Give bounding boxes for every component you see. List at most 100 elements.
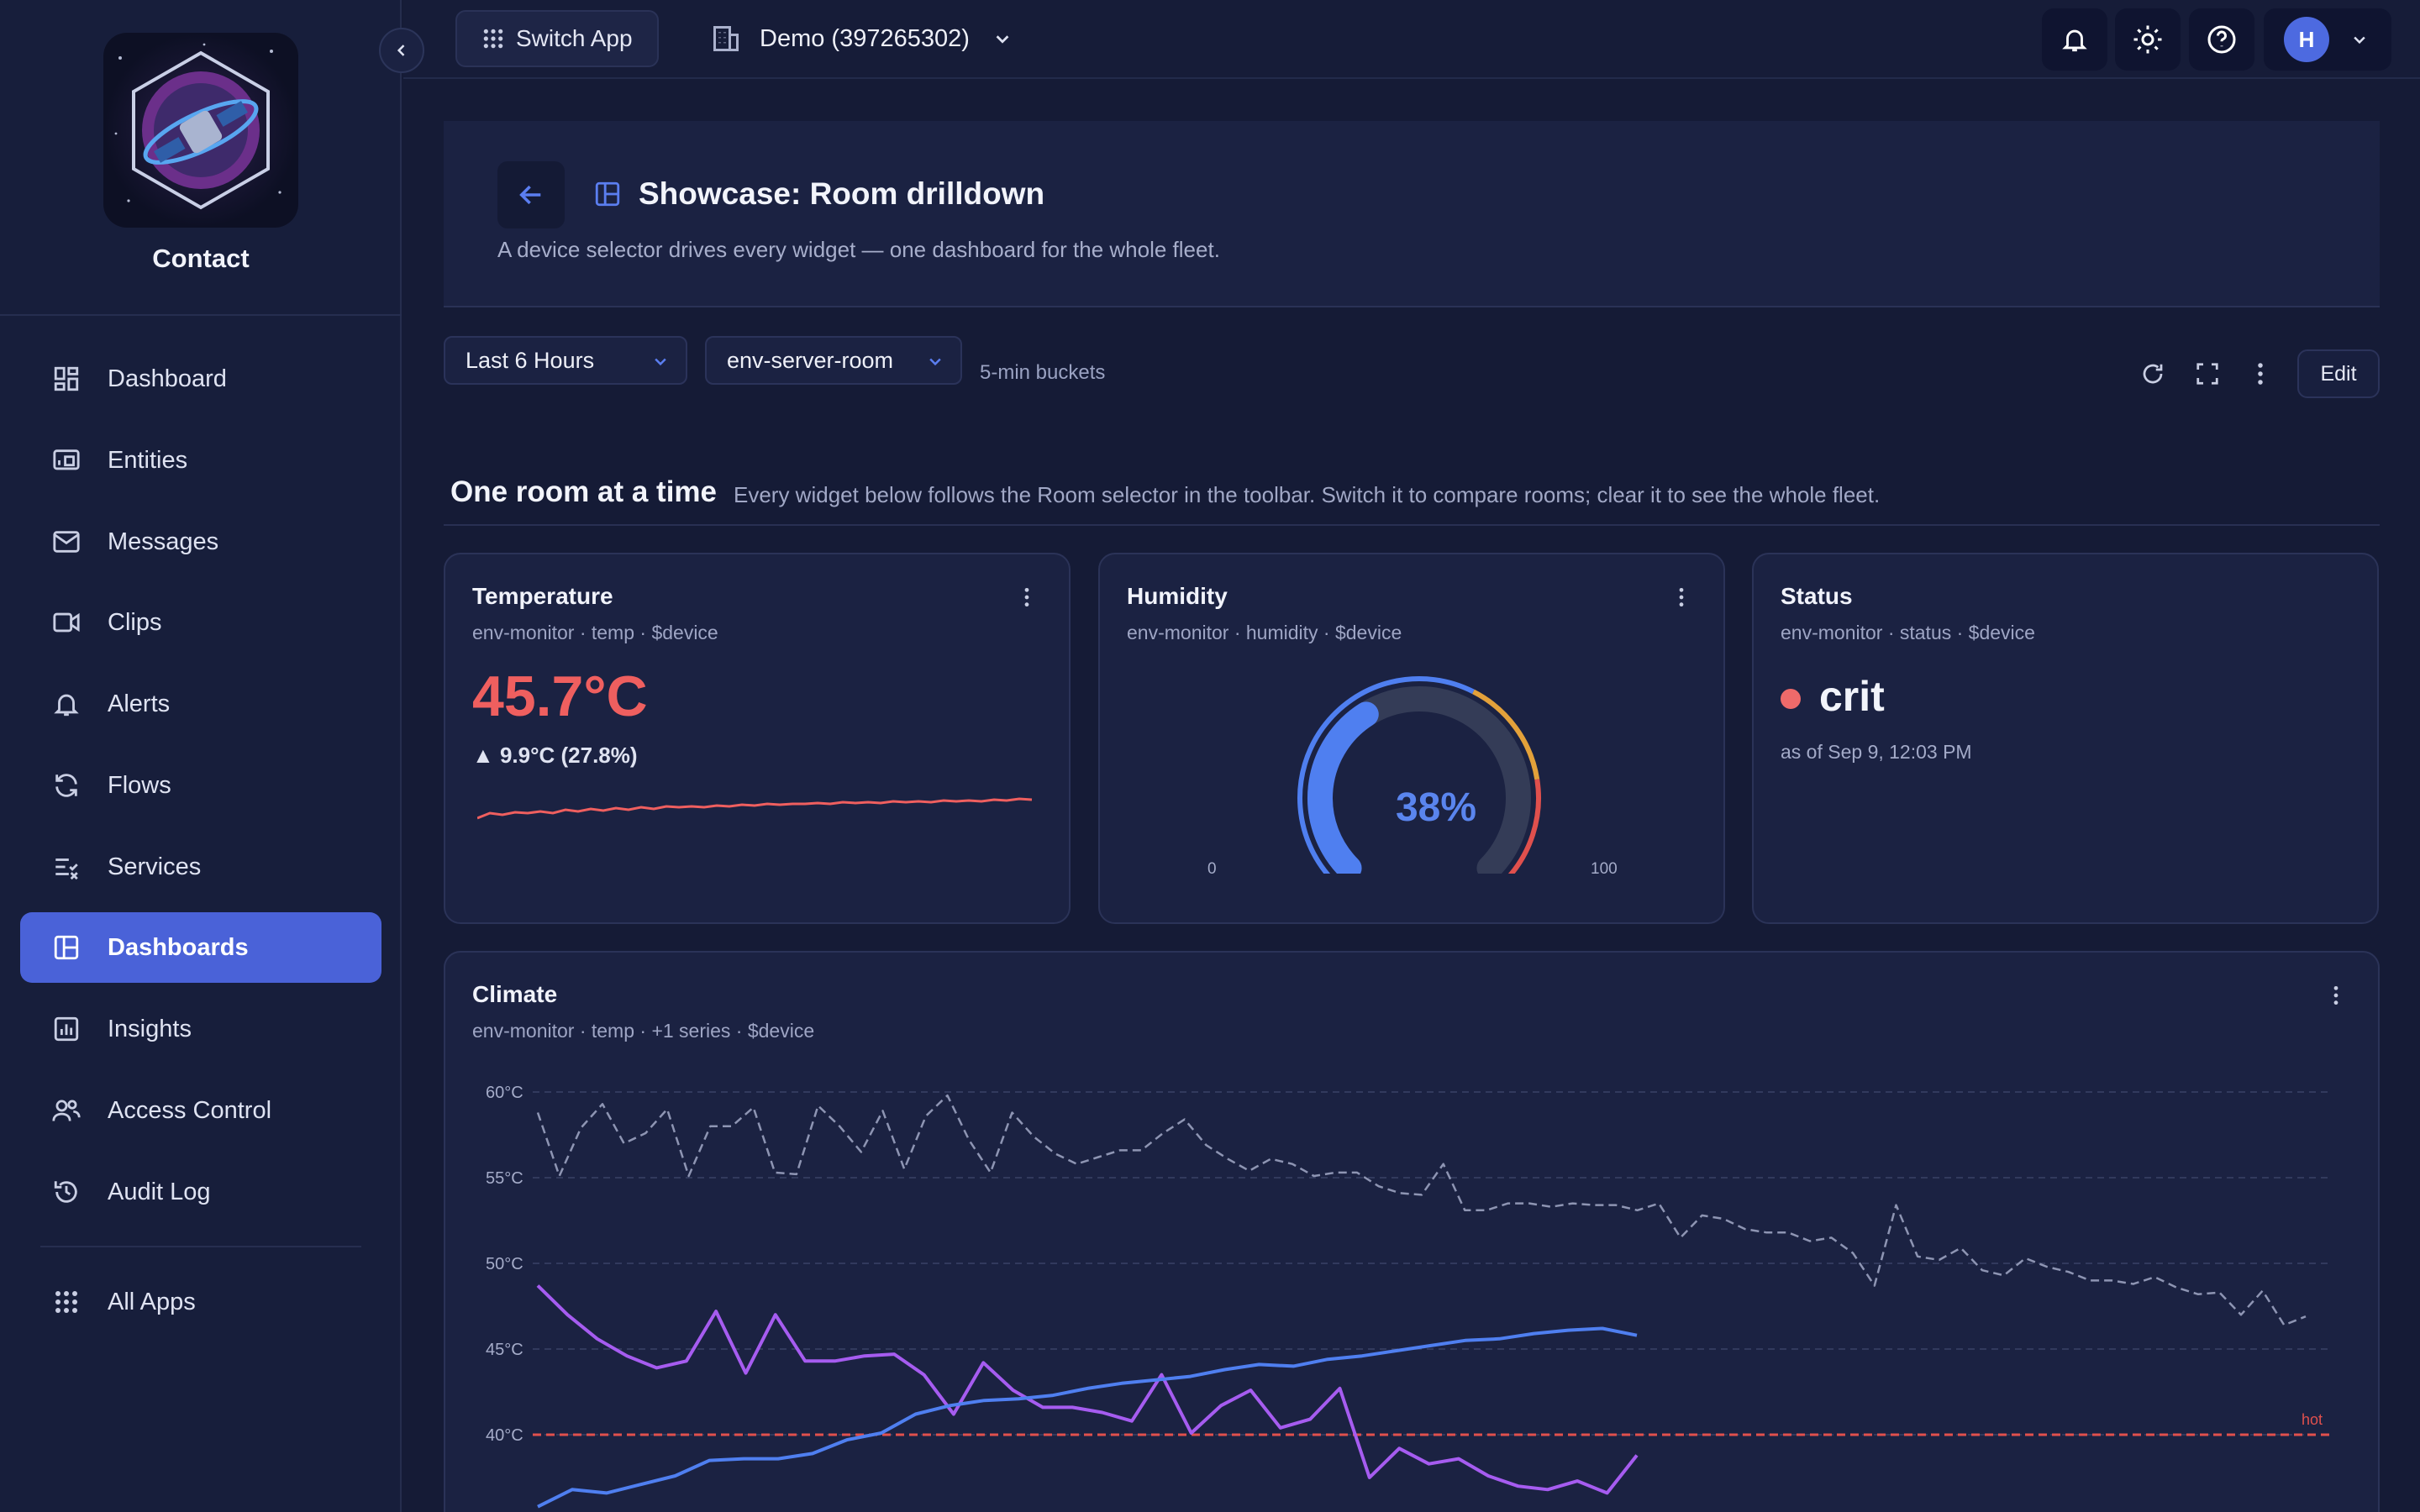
bucket-size-label: 5-min buckets [980, 361, 1106, 384]
sidebar-item-services[interactable]: Services [20, 832, 381, 902]
sidebar-item-label: Alerts [108, 690, 171, 717]
chevron-down-icon [655, 358, 666, 366]
card-menu-button[interactable] [2328, 983, 2344, 1008]
organization-selector[interactable]: Demo (397265302) [711, 13, 1012, 64]
grid-icon [50, 1286, 82, 1318]
chevron-down-icon [2354, 36, 2365, 45]
organization-label: Demo (397265302) [760, 24, 970, 52]
more-vertical-icon [1679, 587, 1684, 607]
dashboard-icon [50, 363, 82, 395]
humidity-value: 38% [1395, 785, 1477, 830]
card-menu-button[interactable] [1673, 585, 1690, 610]
card-subtitle: env-monitor · status · $device [1781, 622, 2035, 643]
more-options-button[interactable] [2244, 357, 2277, 391]
card-subtitle: env-monitor · humidity · $device [1127, 622, 1402, 643]
status-indicator [1781, 689, 1801, 709]
card-menu-button[interactable] [1018, 585, 1035, 610]
sidebar-item-label: All Apps [108, 1288, 196, 1315]
switch-app-button[interactable]: Switch App [455, 10, 659, 67]
avatar: H [2284, 17, 2329, 62]
fullscreen-button[interactable] [2191, 357, 2224, 391]
sidebar-item-alerts[interactable]: Alerts [20, 669, 381, 739]
status-card: Status env-monitor · status · $device cr… [1752, 553, 2379, 924]
help-button[interactable] [2189, 8, 2254, 71]
users-icon [50, 1095, 82, 1126]
theme-toggle-button[interactable] [2115, 8, 2181, 71]
building-icon [713, 26, 739, 51]
mail-icon [50, 526, 82, 558]
card-subtitle: env-monitor · temp · $device [472, 622, 718, 643]
brand-name: Contact [152, 244, 250, 273]
page-title: Showcase: Room drilldown [639, 176, 1045, 211]
chevron-down-icon [996, 35, 1009, 44]
card-subtitle: env-monitor · temp · +1 series · $device [472, 1020, 815, 1042]
layout-icon [50, 932, 82, 963]
layout-icon [593, 180, 622, 213]
temperature-value: 45.7°C [472, 664, 648, 728]
grid-icon [483, 29, 503, 49]
device-value: env-server-room [727, 347, 894, 373]
sidebar-item-insights[interactable]: Insights [20, 994, 381, 1064]
brand-logo[interactable] [103, 33, 298, 228]
temperature-delta: ▲ 9.9°C (27.8%) [472, 743, 638, 768]
sidebar-item-audit-log[interactable]: Audit Log [20, 1157, 381, 1227]
sidebar-item-label: Services [108, 853, 202, 880]
gauge-min-label: 0 [1207, 860, 1217, 878]
chevron-left-icon [397, 45, 405, 56]
status-value: crit [1819, 673, 1885, 720]
refresh-button[interactable] [2136, 357, 2170, 391]
sidebar-item-entities[interactable]: Entities [20, 425, 381, 496]
device-select[interactable]: env-server-room [705, 336, 962, 385]
y-tick-label: 45°C [486, 1341, 523, 1359]
fullscreen-icon [2196, 363, 2218, 385]
series-line-2 [537, 1326, 1638, 1509]
more-vertical-icon [1024, 587, 1029, 607]
y-tick-label: 55°C [486, 1169, 523, 1188]
sidebar-item-messages[interactable]: Messages [20, 507, 381, 577]
humidity-card: Humidity env-monitor · humidity · $devic… [1098, 553, 1725, 924]
time-range-select[interactable]: Last 6 Hours [444, 336, 687, 385]
series-line-0 [536, 1094, 2307, 1326]
y-tick-label: 40°C [486, 1426, 523, 1445]
card-title: Temperature [472, 583, 613, 609]
y-tick-label: 50°C [486, 1255, 523, 1273]
refresh-icon [2143, 364, 2163, 384]
card-title: Status [1781, 583, 1853, 609]
notifications-button[interactable] [2042, 8, 2107, 71]
sidebar-item-dashboards[interactable]: Dashboards [20, 912, 381, 983]
section-description: Every widget below follows the Room sele… [734, 482, 1881, 507]
sidebar-item-label: Entities [108, 446, 188, 474]
sun-icon [2133, 25, 2162, 54]
temperature-sparkline [477, 797, 1033, 820]
card-title: Humidity [1127, 583, 1228, 609]
sidebar-item-label: Clips [108, 608, 162, 636]
sidebar-item-all-apps[interactable]: All Apps [20, 1267, 381, 1337]
more-vertical-icon [2333, 985, 2338, 1005]
back-button[interactable] [497, 161, 565, 228]
edit-button[interactable]: Edit [2297, 349, 2380, 398]
chevron-down-icon [929, 358, 941, 366]
switch-app-label: Switch App [516, 25, 633, 51]
video-icon [50, 606, 82, 638]
sidebar-item-flows[interactable]: Flows [20, 750, 381, 821]
page-description: A device selector drives every widget — … [497, 237, 1220, 262]
help-icon [2207, 25, 2236, 54]
status-timestamp: as of Sep 9, 12:03 PM [1781, 741, 1972, 763]
sidebar-item-label: Dashboards [108, 933, 249, 961]
threshold-label: hot [2302, 1411, 2323, 1428]
card-title: Climate [472, 981, 558, 1007]
arrow-left-icon [519, 185, 541, 205]
entities-icon [50, 444, 82, 476]
sidebar-item-label: Access Control [108, 1096, 272, 1124]
bell-icon [2062, 29, 2087, 52]
y-tick-label: 60°C [486, 1084, 523, 1102]
sidebar-item-dashboard[interactable]: Dashboard [20, 344, 381, 414]
time-range-value: Last 6 Hours [466, 347, 595, 373]
user-menu-button[interactable]: H [2264, 8, 2391, 71]
collapse-sidebar-button[interactable] [379, 28, 424, 73]
sidebar: Contact Dashboard Entities Messages Clip… [0, 0, 402, 1512]
sidebar-item-access-control[interactable]: Access Control [20, 1075, 381, 1146]
dashboard-header: Showcase: Room drilldown A device select… [444, 121, 2380, 307]
sidebar-item-clips[interactable]: Clips [20, 587, 381, 658]
divider [444, 524, 2380, 526]
